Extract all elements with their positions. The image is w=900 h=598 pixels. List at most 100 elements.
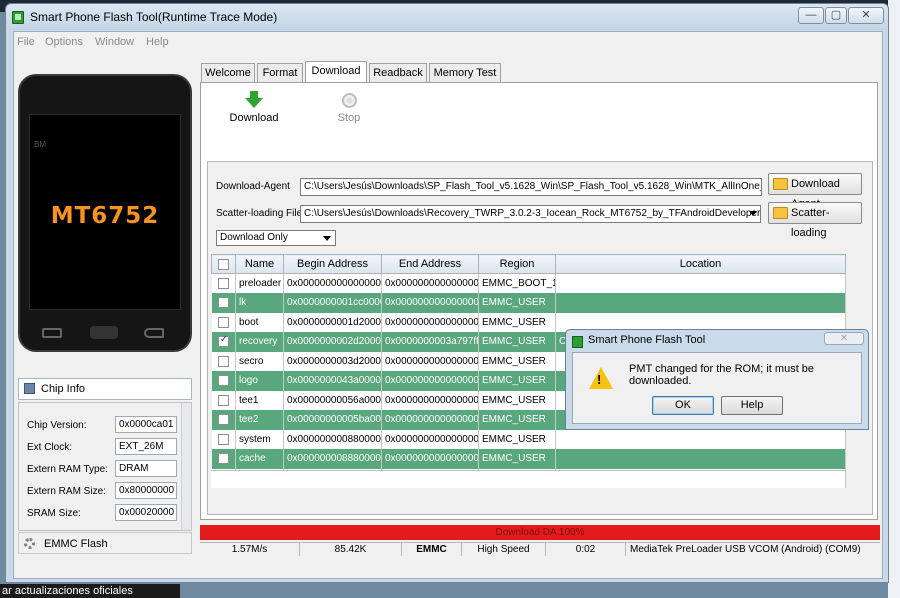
chip-info-panel: Chip Version: 0x0000ca01 Ext Clock: EXT_… xyxy=(18,402,192,531)
scatter-loading-button[interactable]: Scatter-loading xyxy=(768,202,862,239)
desktop-right-edge xyxy=(888,0,900,598)
phone-home-key-icon xyxy=(90,326,118,339)
phone-back-key-icon xyxy=(144,328,164,338)
download-tab-page: Download Stop Download-Agent C:\Users\Je… xyxy=(200,82,878,520)
begin-address-cell: 0x0000000088800000 xyxy=(283,449,382,469)
scatter-file-path-field[interactable]: C:\Users\Jesús\Downloads\Recovery_TWRP_3… xyxy=(300,205,761,223)
row-checkbox[interactable] xyxy=(217,355,229,367)
scatter-file-dropdown[interactable] xyxy=(747,206,761,222)
chip-version-label: Chip Version: xyxy=(27,420,87,431)
warning-mark: ! xyxy=(597,372,602,387)
col-end-address[interactable]: End Address xyxy=(381,254,479,274)
ram-size-label: Extern RAM Size: xyxy=(27,486,106,497)
begin-address-cell: 0x00000000005ba0000 xyxy=(283,410,382,430)
status-time: 0:02 xyxy=(546,543,626,556)
menu-file[interactable]: File xyxy=(17,36,35,48)
col-location[interactable]: Location xyxy=(555,254,846,274)
col-name[interactable]: Name xyxy=(235,254,284,274)
tab-memory-test[interactable]: Memory Test xyxy=(429,63,501,82)
dialog-body: ! PMT changed for the ROM; it must be do… xyxy=(572,352,862,424)
ram-type-label: Extern RAM Type: xyxy=(27,464,108,475)
select-all-header[interactable] xyxy=(211,254,236,274)
minimize-button[interactable]: — xyxy=(798,7,824,24)
row-checkbox[interactable] xyxy=(217,277,229,289)
row-checkbox[interactable] xyxy=(217,394,229,406)
chip-info-scrollbar[interactable] xyxy=(181,403,191,530)
menu-options[interactable]: Options xyxy=(45,36,83,48)
table-row[interactable]: preloader 0x0000000000000000 0x00000000000… xyxy=(211,273,846,293)
region-cell: EMMC_USER xyxy=(478,371,556,391)
phone-brand: BM xyxy=(34,140,46,149)
row-checkbox[interactable] xyxy=(217,334,229,348)
close-button[interactable]: ✕ xyxy=(848,7,884,24)
name-cell: secro xyxy=(235,351,284,371)
checkbox[interactable] xyxy=(211,390,236,410)
tab-readback[interactable]: Readback xyxy=(369,63,427,82)
row-checkbox[interactable] xyxy=(217,453,229,465)
checkbox[interactable] xyxy=(211,351,236,371)
checkbox[interactable] xyxy=(211,293,236,313)
download-agent-button[interactable]: Download Agent xyxy=(768,173,862,210)
download-mode-select[interactable]: Download Only xyxy=(216,230,336,246)
restore-button[interactable]: ▢ xyxy=(825,7,847,24)
download-agent-path-field[interactable]: C:\Users\Jesús\Downloads\SP_Flash_Tool_v… xyxy=(300,178,762,196)
col-begin-address[interactable]: Begin Address xyxy=(283,254,382,274)
client-area: File Options Window Help BM MT6752 Chip … xyxy=(13,31,883,579)
tab-download[interactable]: Download xyxy=(305,61,367,83)
ram-type-value: DRAM xyxy=(115,460,177,477)
gear-icon xyxy=(24,538,35,549)
table-row[interactable]: system 0x0000000008800000 0x00000000000000… xyxy=(211,429,846,449)
tab-welcome[interactable]: Welcome xyxy=(201,63,255,82)
chip-info-header[interactable]: Chip Info xyxy=(18,378,192,400)
dialog-close-button[interactable]: ✕ xyxy=(824,332,864,345)
checkbox[interactable] xyxy=(211,449,236,469)
region-cell: EMMC_USER xyxy=(478,449,556,469)
row-checkbox[interactable] xyxy=(217,414,229,426)
chip-info-title: Chip Info xyxy=(41,383,86,395)
col-region[interactable]: Region xyxy=(478,254,556,274)
checkbox[interactable] xyxy=(211,371,236,391)
title-bar[interactable]: Smart Phone Flash Tool(Runtime Trace Mod… xyxy=(6,4,888,30)
tab-format[interactable]: Format xyxy=(257,63,303,82)
ok-button[interactable]: OK xyxy=(652,396,714,415)
region-cell: EMMC_USER xyxy=(478,410,556,430)
scatter-file-label: Scatter-loading File xyxy=(216,208,303,219)
region-cell: EMMC_USER xyxy=(478,332,556,352)
checkbox[interactable] xyxy=(211,410,236,430)
sram-size-value: 0x00020000 xyxy=(115,504,177,521)
status-bar: 1.57M/s 85.42K EMMC High Speed 0:02 Medi… xyxy=(200,542,880,556)
row-checkbox[interactable] xyxy=(217,433,229,445)
end-address-cell: 0x0000000003a797ff xyxy=(381,332,479,352)
row-checkbox[interactable] xyxy=(217,297,229,309)
status-mode: High Speed xyxy=(462,543,546,556)
pmt-changed-dialog: Smart Phone Flash Tool ✕ ! PMT changed f… xyxy=(565,329,869,430)
download-button[interactable]: Download xyxy=(229,91,279,124)
name-cell: system xyxy=(235,429,284,449)
status-port: MediaTek PreLoader USB VCOM (Android) (C… xyxy=(630,544,861,555)
sram-size-label: SRAM Size: xyxy=(27,508,81,519)
row-checkbox[interactable] xyxy=(217,375,229,387)
location-cell xyxy=(555,449,846,469)
table-row[interactable]: lk 0x0000000001cc0000 0x0000000000000000 EM… xyxy=(211,293,846,313)
dialog-title: Smart Phone Flash Tool xyxy=(588,334,706,346)
table-row[interactable]: cache 0x0000000088800000 0x000000000000000… xyxy=(211,449,846,469)
checkbox[interactable] xyxy=(211,312,236,332)
select-all-checkbox[interactable] xyxy=(218,258,229,270)
help-button[interactable]: Help xyxy=(721,396,783,415)
end-address-cell: 0x0000000000000000 xyxy=(381,273,479,293)
stop-button[interactable]: Stop xyxy=(329,93,369,124)
name-cell: recovery xyxy=(235,332,284,352)
name-cell: logo xyxy=(235,371,284,391)
checkbox[interactable] xyxy=(211,332,236,352)
menu-window[interactable]: Window xyxy=(95,36,134,48)
scatter-file-path-text: C:\Users\Jesús\Downloads\Recovery_TWRP_3… xyxy=(304,208,761,219)
row-checkbox[interactable] xyxy=(217,316,229,328)
download-arrow-icon xyxy=(245,98,263,108)
ram-size-value: 0x80000000 xyxy=(115,482,177,499)
name-cell: tee1 xyxy=(235,390,284,410)
end-address-cell: 0x0000000000000000 xyxy=(381,371,479,391)
checkbox[interactable] xyxy=(211,273,236,293)
download-mode-value: Download Only xyxy=(220,232,288,243)
menu-help[interactable]: Help xyxy=(146,36,169,48)
checkbox[interactable] xyxy=(211,429,236,449)
